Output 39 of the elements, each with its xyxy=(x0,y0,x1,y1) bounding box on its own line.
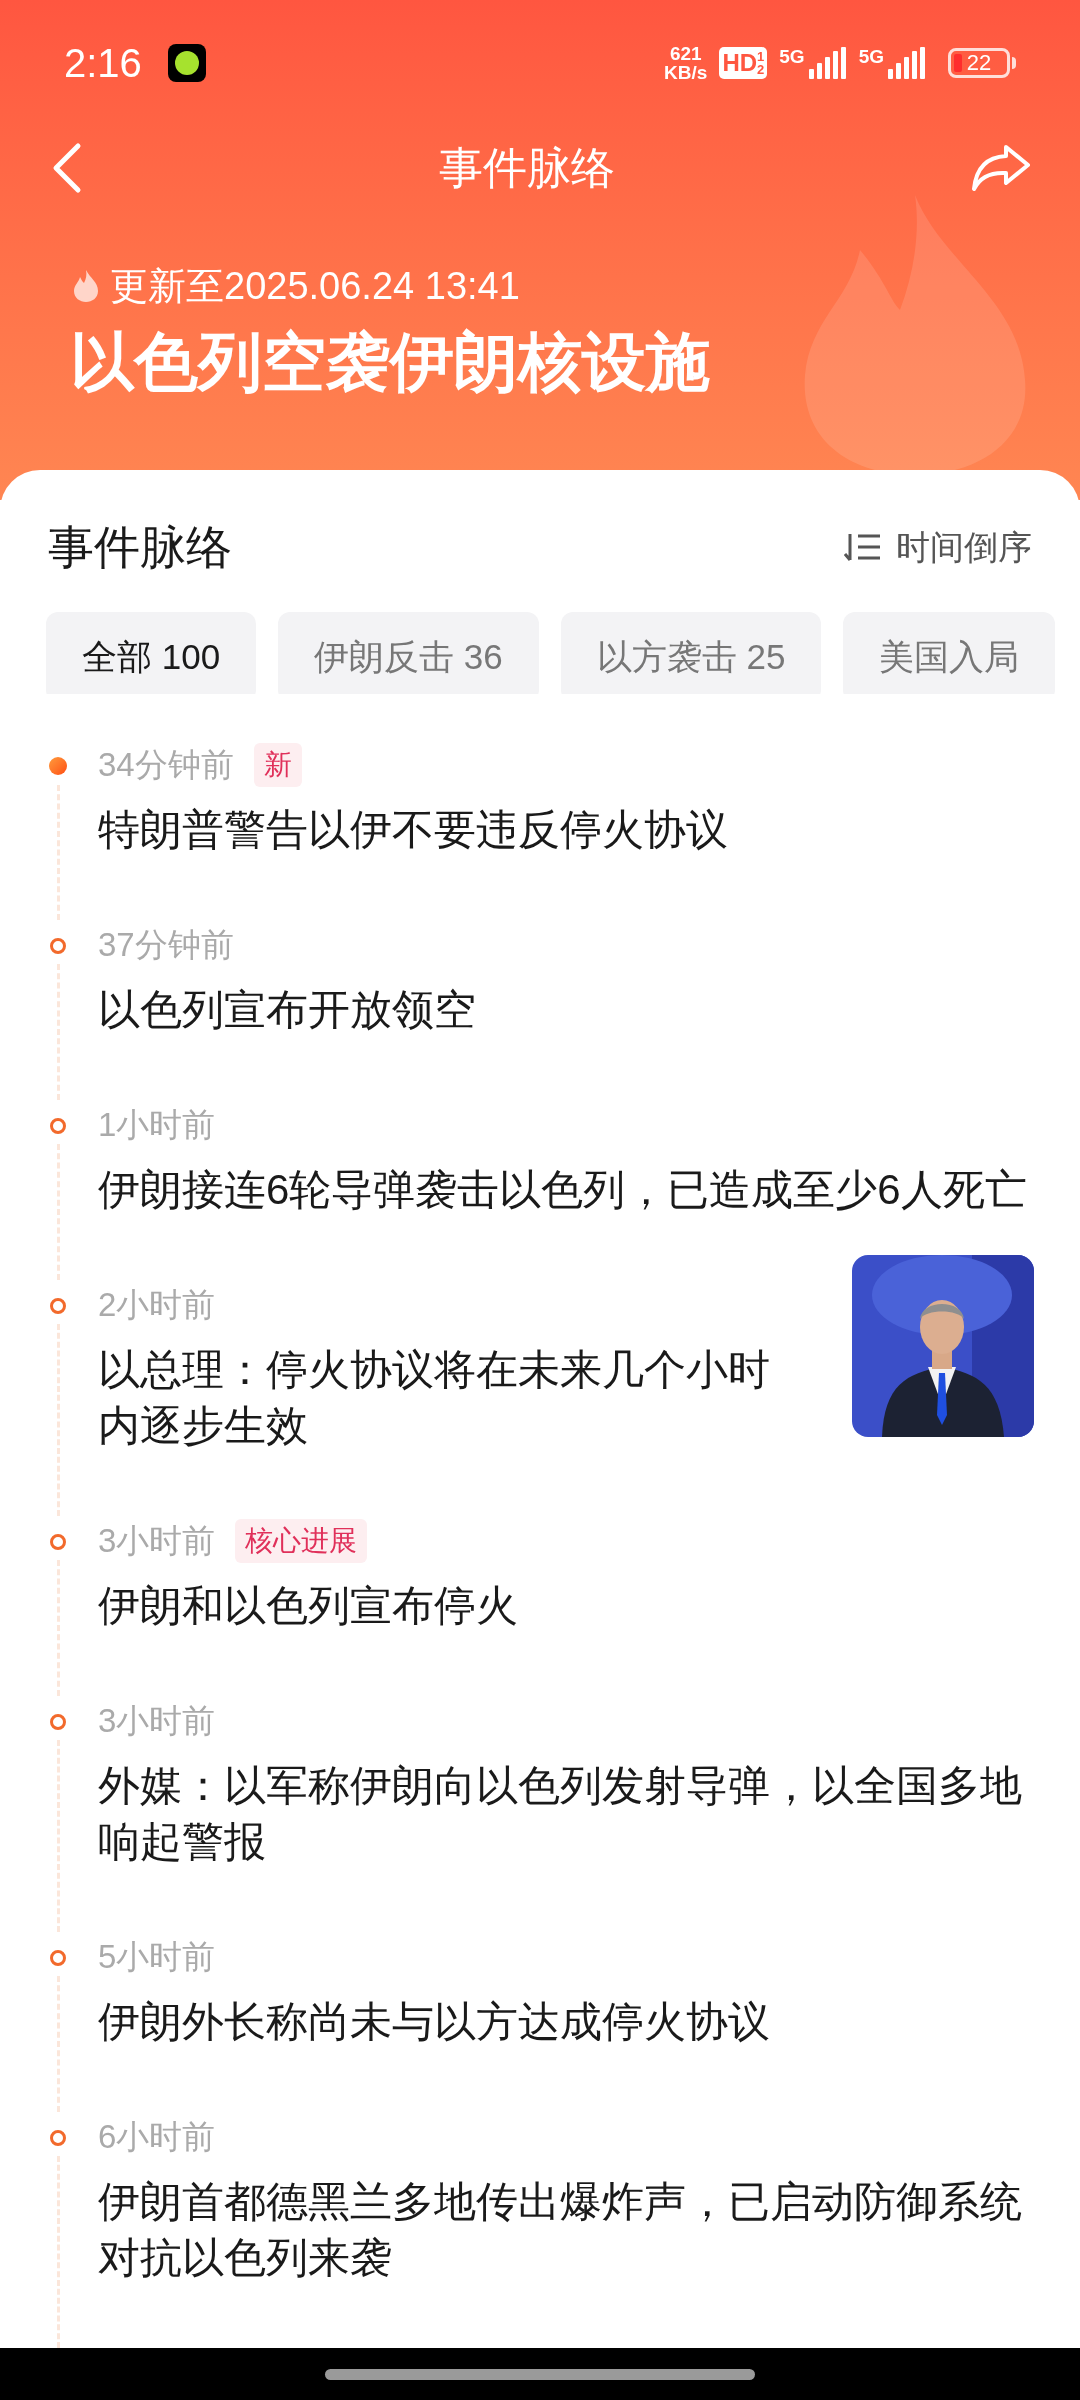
network-type: 5G xyxy=(858,47,884,67)
event-title[interactable]: 以总理：停火协议将在未来几个小时内逐步生效 xyxy=(98,1342,798,1454)
event-title[interactable]: 伊朗外长称尚未与以方达成停火协议 xyxy=(98,1994,1038,2050)
filter-tab[interactable]: 以方袭击 25 xyxy=(560,612,822,694)
filter-tab[interactable]: 伊朗反击 36 xyxy=(278,612,539,694)
event-time: 5小时前 xyxy=(98,1937,216,1978)
sort-button[interactable]: 时间倒序 xyxy=(844,521,1032,573)
event-time: 6小时前 xyxy=(98,2117,216,2158)
network-speed: 621 xyxy=(669,44,702,63)
event-title[interactable]: 外媒：以军称伊朗向以色列发射导弹，以全国多地响起警报 xyxy=(98,1758,1038,1870)
event-tag: 核心进展 xyxy=(235,1519,368,1563)
page-title: 事件脉络 xyxy=(439,142,615,194)
event-title[interactable]: 伊朗首都德黑兰多地传出爆炸声，已启动防御系统对抗以色列来袭 xyxy=(98,2174,1038,2286)
event-time: 34分钟前 xyxy=(98,745,234,786)
filter-tab[interactable]: 全部 100 xyxy=(46,612,257,694)
network-type: 5G xyxy=(779,47,805,67)
home-indicator[interactable] xyxy=(325,2368,755,2380)
section-title: 事件脉络 xyxy=(48,519,232,575)
event-time: 3小时前 xyxy=(98,1701,216,1742)
event-title[interactable]: 伊朗和以色列宣布停火 xyxy=(98,1578,1038,1634)
event-time: 3小时前 xyxy=(98,1521,216,1562)
battery-icon: 22 xyxy=(948,48,1010,78)
app-icon xyxy=(167,44,206,82)
topic-title: 以色列空袭伊朗核设施 xyxy=(70,326,710,398)
event-title[interactable]: 特朗普警告以伊不要违反停火协议 xyxy=(98,802,1038,858)
share-icon[interactable] xyxy=(970,143,1032,193)
network-unit: KB/s xyxy=(664,63,708,82)
clock: 2:16 xyxy=(64,40,142,87)
flame-icon xyxy=(72,269,100,303)
event-title[interactable]: 伊朗接连6轮导弹袭击以色列，已造成至少6人死亡 xyxy=(98,1162,1038,1218)
event-time: 1小时前 xyxy=(98,1105,216,1146)
event-tag: 新 xyxy=(253,743,302,787)
event-time: 2小时前 xyxy=(98,1285,216,1326)
event-time: 37分钟前 xyxy=(98,925,234,966)
filter-tab[interactable]: 美国入局 xyxy=(843,612,1056,694)
update-time: 更新至2025.06.24 13:41 xyxy=(110,264,520,309)
event-title[interactable]: 以色列宣布开放领空 xyxy=(98,982,1038,1038)
signal-icon xyxy=(806,47,847,79)
signal-icon xyxy=(886,47,926,79)
